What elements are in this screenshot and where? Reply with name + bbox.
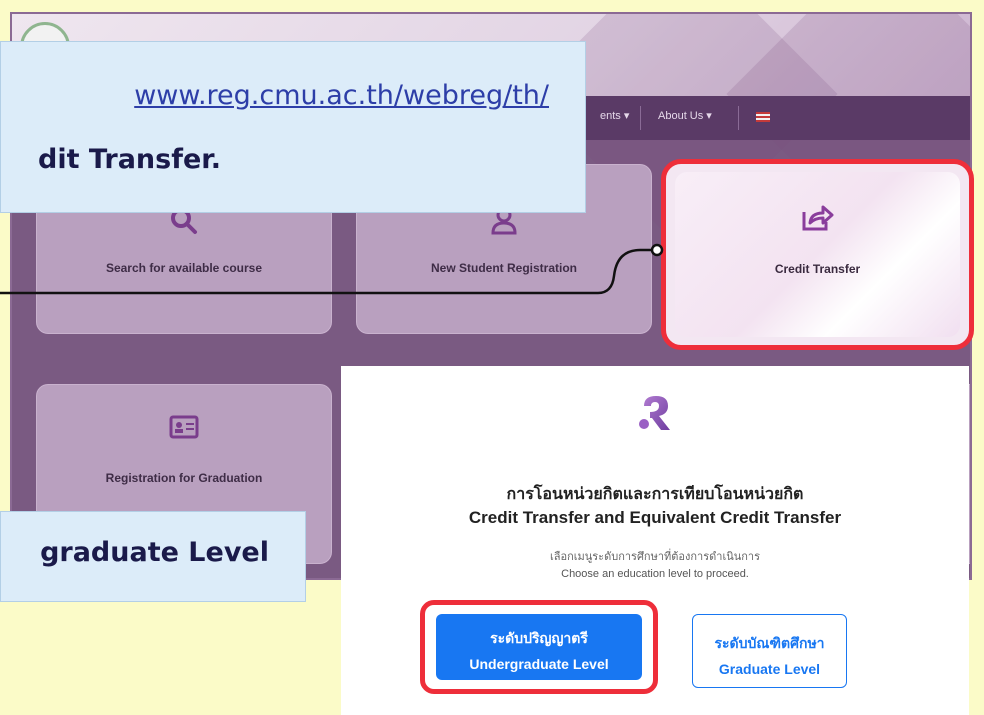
level-selection-modal: การโอนหน่วยกิตและการเทียบโอนหน่วยกิต Cre… [341,366,969,715]
registration-url-link[interactable]: www.reg.cmu.ac.th/webreg/th/ [134,80,549,111]
graduate-level-button[interactable]: ระดับบัณฑิตศึกษา Graduate Level [692,614,847,688]
instruction-callout-bottom: graduate Level [0,511,306,602]
undergraduate-level-button[interactable]: ระดับปริญญาตรี Undergraduate Level [436,614,642,680]
modal-subtitle-english: Choose an education level to proceed. [561,568,749,580]
graduate-label-english: Graduate Level [718,661,821,677]
modal-title-thai: การโอนหน่วยกิตและการเทียบโอนหน่วยกิต [506,484,804,503]
instruction-level-text: graduate Level [40,537,269,568]
instruction-step-text: dit Transfer. [38,144,221,175]
undergraduate-label-english: Undergraduate Level [469,656,609,672]
reg-logo-icon [632,390,678,440]
graduate-label-thai: ระดับบัณฑิตศึกษา [714,635,825,651]
undergraduate-highlight: ระดับปริญญาตรี Undergraduate Level [420,600,658,694]
modal-subtitle-thai: เลือกเมนูระดับการศึกษาที่ต้องการดำเนินกา… [549,550,761,563]
instruction-callout-top: www.reg.cmu.ac.th/webreg/th/ dit Transfe… [0,41,586,213]
modal-title-english: Credit Transfer and Equivalent Credit Tr… [468,508,842,527]
undergraduate-label-thai: ระดับปริญญาตรี [490,630,588,646]
